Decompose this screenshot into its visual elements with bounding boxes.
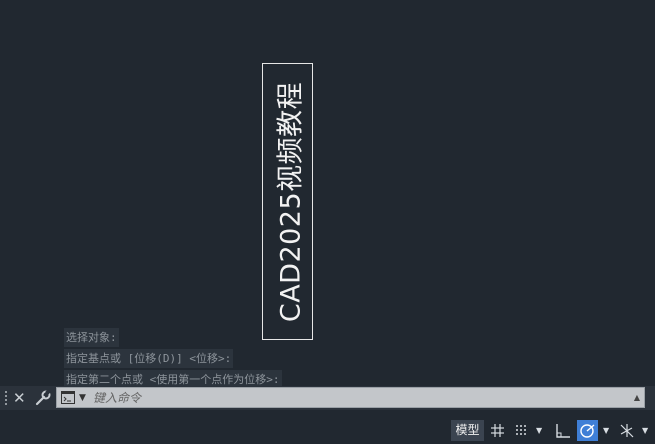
command-prompt-icon[interactable] (61, 391, 75, 404)
ortho-icon[interactable] (553, 420, 573, 441)
grid-icon[interactable] (489, 420, 507, 441)
drag-grip-icon[interactable] (4, 390, 8, 406)
wrench-icon[interactable] (34, 389, 52, 407)
polar-tracking-icon[interactable] (577, 420, 598, 441)
close-icon[interactable]: ✕ (13, 388, 26, 408)
chevron-down-icon[interactable]: ▼ (79, 389, 86, 407)
model-space-button[interactable]: 模型 (451, 420, 484, 441)
text-object-content: CAD2025视频教程 (275, 81, 306, 322)
isodraft-icon[interactable] (618, 420, 636, 441)
snap-dropdown-icon[interactable]: ▼ (536, 420, 542, 441)
polar-dropdown-icon[interactable]: ▼ (603, 420, 609, 441)
command-history: 选择对象: 指定基点或 [位移(D)] <位移>: 指定第二个点或 <使用第一个… (64, 326, 282, 389)
history-line: 选择对象: (64, 328, 119, 347)
isodraft-dropdown-icon[interactable]: ▼ (642, 420, 648, 441)
selected-text-object[interactable]: CAD2025视频教程 (262, 63, 313, 340)
snap-icon[interactable] (513, 420, 531, 441)
history-line: 指定基点或 [位移(D)] <位移>: (64, 349, 234, 368)
command-input-box[interactable]: ▼ ▲ (56, 387, 645, 408)
drawing-canvas[interactable]: CAD2025视频教程 选择对象: 指定基点或 [位移(D)] <位移>: 指定… (0, 0, 655, 389)
command-line-bar: ✕ ▼ ▲ (0, 386, 655, 410)
command-input[interactable] (93, 389, 613, 406)
status-bar: 模型 ▼ ▼ ▼ (0, 410, 655, 444)
chevron-up-icon[interactable]: ▲ (634, 389, 640, 407)
